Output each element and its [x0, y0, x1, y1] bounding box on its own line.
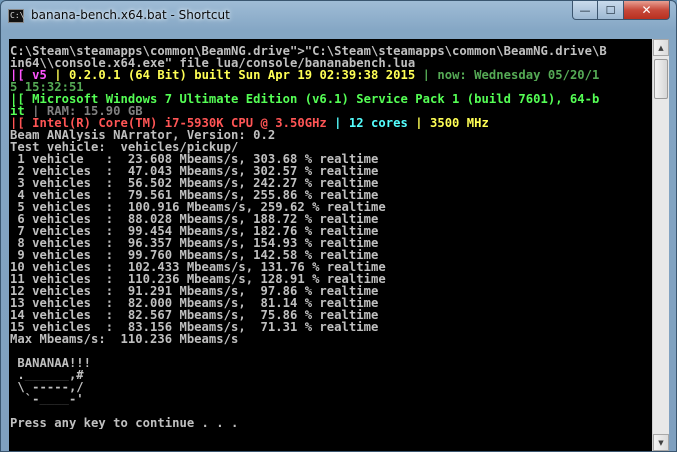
console-line: 5 vehicles : 100.916 Mbeams/s, 259.62 % … — [10, 201, 652, 213]
console-line: 8 vehicles : 96.357 Mbeams/s, 154.93 % r… — [10, 237, 652, 249]
vertical-scrollbar[interactable]: ▲ ▼ — [652, 39, 669, 451]
console-text-segment: 12 vehicles : 91.291 Mbeams/s, 97.86 % r… — [10, 285, 379, 297]
maximize-button[interactable]: ☐ — [598, 1, 624, 20]
console-line: 1 vehicle : 23.608 Mbeams/s, 303.68 % re… — [10, 153, 652, 165]
scroll-thumb[interactable] — [654, 59, 668, 99]
console-line: C:\Steam\steamapps\common\BeamNG.drive">… — [10, 45, 652, 57]
scroll-up-button[interactable]: ▲ — [653, 39, 669, 56]
close-button[interactable]: ✕ — [624, 1, 670, 20]
console-line: `-____-' — [10, 393, 652, 405]
console-window: C:\ banana-bench.x64.bat - Shortcut — ☐ … — [0, 0, 677, 452]
console-line: Beam ANAlysis NArrator, Version: 0.2 — [10, 129, 652, 141]
console-text-segment: | 3500 MHz — [415, 117, 489, 129]
console-text-segment: 13 vehicles : 82.000 Mbeams/s, 81.14 % r… — [10, 297, 379, 309]
console-text-segment: Press any key to continue . . . — [10, 417, 239, 429]
console-text-segment: it — [10, 105, 33, 117]
console-text-segment: 7 vehicles : 99.454 Mbeams/s, 182.76 % r… — [10, 225, 379, 237]
title-bar[interactable]: C:\ banana-bench.x64.bat - Shortcut — ☐ … — [1, 1, 676, 31]
console-text: C:\Steam\steamapps\common\BeamNG.drive">… — [9, 39, 652, 429]
console-text-segment: 6 vehicles : 88.028 Mbeams/s, 188.72 % r… — [10, 213, 379, 225]
console-text-segment: 1 vehicle : 23.608 Mbeams/s, 303.68 % re… — [10, 153, 379, 165]
console-text-segment: 15 vehicles : 83.156 Mbeams/s, 71.31 % r… — [10, 321, 379, 333]
minimize-button[interactable]: — — [572, 1, 598, 20]
console-line: 11 vehicles : 110.236 Mbeams/s, 128.91 %… — [10, 273, 652, 285]
console-line: 12 vehicles : 91.291 Mbeams/s, 97.86 % r… — [10, 285, 652, 297]
console-output-area[interactable]: C:\Steam\steamapps\common\BeamNG.drive">… — [9, 39, 652, 451]
console-text-segment: | 12 cores — [334, 117, 416, 129]
console-text-segment: `-____-' — [10, 393, 84, 405]
console-line: 2 vehicles : 47.043 Mbeams/s, 302.57 % r… — [10, 165, 652, 177]
console-line: it | RAM: 15.90 GB — [10, 105, 652, 117]
console-text-segment: 2 vehicles : 47.043 Mbeams/s, 302.57 % r… — [10, 165, 379, 177]
console-line: 15 vehicles : 83.156 Mbeams/s, 71.31 % r… — [10, 321, 652, 333]
console-line: 3 vehicles : 56.502 Mbeams/s, 242.27 % r… — [10, 177, 652, 189]
console-line: 14 vehicles : 82.567 Mbeams/s, 75.86 % r… — [10, 309, 652, 321]
console-text-segment: Test vehicle: vehicles/pickup/ — [10, 141, 239, 153]
console-text-segment: |[ Microsoft Windows 7 Ultimate Edition … — [10, 93, 600, 105]
console-line: Press any key to continue . . . — [10, 417, 652, 429]
console-line: 13 vehicles : 82.000 Mbeams/s, 81.14 % r… — [10, 297, 652, 309]
console-text-segment: 5 15:32:51 — [10, 81, 84, 93]
console-text-segment: 5 vehicles : 100.916 Mbeams/s, 259.62 % … — [10, 201, 386, 213]
console-line: Max Mbeams/s: 110.236 Mbeams/s — [10, 333, 652, 345]
console-text-segment: 9 vehicles : 99.760 Mbeams/s, 142.58 % r… — [10, 249, 379, 261]
console-line: 9 vehicles : 99.760 Mbeams/s, 142.58 % r… — [10, 249, 652, 261]
console-text-segment: \ -----,/ — [10, 381, 84, 393]
console-text-segment: 11 vehicles : 110.236 Mbeams/s, 128.91 %… — [10, 273, 386, 285]
scroll-down-button[interactable]: ▼ — [653, 434, 669, 451]
console-line: BANANAA!!! — [10, 357, 652, 369]
console-line: in64\\console.x64.exe" file lua/console/… — [10, 57, 652, 69]
console-line: 10 vehicles : 102.433 Mbeams/s, 131.76 %… — [10, 261, 652, 273]
console-text-segment: in64\\console.x64.exe" file lua/console/… — [10, 57, 416, 69]
console-text-segment: C:\Steam\steamapps\common\BeamNG.drive">… — [10, 45, 607, 57]
console-text-segment: |[ v5 — [10, 69, 55, 81]
console-text-segment: .______,# — [10, 369, 84, 381]
console-text-segment: Beam ANAlysis NArrator, Version: 0.2 — [10, 129, 276, 141]
window-controls: — ☐ ✕ — [572, 1, 670, 21]
console-text-segment: |[ Intel(R) Core(TM) i7-5930K CPU @ 3.50… — [10, 117, 335, 129]
console-text-segment: Max Mbeams/s: 110.236 Mbeams/s — [10, 333, 239, 345]
console-text-segment: 8 vehicles : 96.357 Mbeams/s, 154.93 % r… — [10, 237, 379, 249]
console-text-segment: 4 vehicles : 79.561 Mbeams/s, 255.86 % r… — [10, 189, 379, 201]
console-text-segment: BANANAA!!! — [10, 357, 92, 369]
console-text-segment: | 0.2.0.1 (64 Bit) built Sun Apr 19 02:3… — [54, 69, 423, 81]
console-line: |[ Intel(R) Core(TM) i7-5930K CPU @ 3.50… — [10, 117, 652, 129]
console-text-segment: 14 vehicles : 82.567 Mbeams/s, 75.86 % r… — [10, 309, 379, 321]
console-line: .______,# — [10, 369, 652, 381]
console-line: |[ Microsoft Windows 7 Ultimate Edition … — [10, 93, 652, 105]
console-line: \ -----,/ — [10, 381, 652, 393]
console-line: 7 vehicles : 99.454 Mbeams/s, 182.76 % r… — [10, 225, 652, 237]
console-line: 6 vehicles : 88.028 Mbeams/s, 188.72 % r… — [10, 213, 652, 225]
console-app-icon: C:\ — [8, 9, 24, 23]
console-text-segment: | now: Wednesday 05/20/1 — [422, 69, 600, 81]
console-line: 5 15:32:51 — [10, 81, 652, 93]
console-text-segment: 3 vehicles : 56.502 Mbeams/s, 242.27 % r… — [10, 177, 379, 189]
window-title: banana-bench.x64.bat - Shortcut — [31, 8, 230, 22]
console-line: 4 vehicles : 79.561 Mbeams/s, 255.86 % r… — [10, 189, 652, 201]
console-line: |[ v5 | 0.2.0.1 (64 Bit) built Sun Apr 1… — [10, 69, 652, 81]
console-text-segment: 10 vehicles : 102.433 Mbeams/s, 131.76 %… — [10, 261, 386, 273]
console-text-segment: | RAM: 15.90 GB — [32, 105, 143, 117]
console-line: Test vehicle: vehicles/pickup/ — [10, 141, 652, 153]
